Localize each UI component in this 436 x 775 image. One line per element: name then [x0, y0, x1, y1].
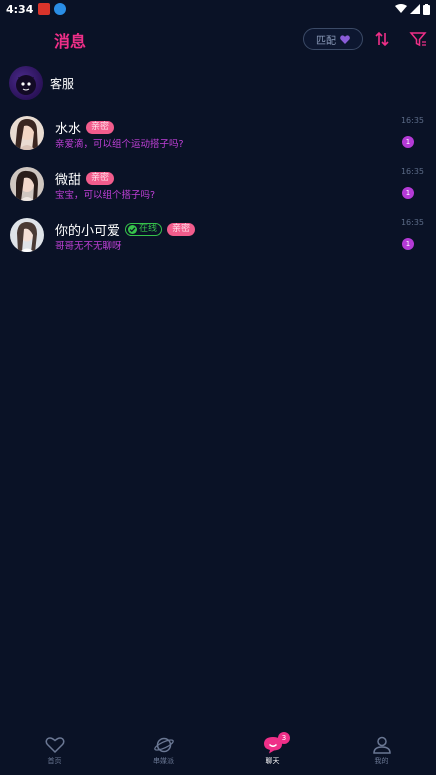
customer-service-label: 客服 [50, 77, 75, 91]
match-button[interactable]: 匹配 [303, 28, 363, 50]
contact-name: 水水 [55, 122, 82, 137]
contact-name: 你的小可爱 [55, 224, 121, 239]
bottom-tab-bar: 首页 串媒派 3 聊天 我的 [0, 732, 436, 775]
download-notification-icon [54, 3, 67, 15]
message-preview: 亲爱滴，可以组个运动搭子吗? [55, 139, 184, 150]
customer-service-avatar [9, 66, 43, 100]
conversation-item[interactable]: 水水 亲密 亲爱滴，可以组个运动搭子吗? 16:35 1 [0, 116, 436, 166]
tab-home[interactable]: 首页 [0, 732, 109, 775]
message-time: 16:35 [400, 167, 424, 176]
signal-icon [410, 4, 420, 14]
message-preview: 宝宝，可以组个搭子吗? [55, 190, 156, 201]
avatar [10, 167, 44, 201]
tab-chat[interactable]: 3 聊天 [218, 732, 327, 775]
intimacy-tag: 亲密 [86, 172, 115, 185]
planet-icon [153, 737, 174, 753]
unread-badge: 1 [402, 187, 414, 199]
intimacy-tag: 亲密 [86, 121, 115, 134]
battery-icon [423, 3, 430, 15]
wifi-icon [395, 4, 407, 13]
match-button-label: 匹配 [316, 35, 336, 47]
online-tag: 在线 [125, 223, 163, 236]
check-circle-icon [128, 225, 138, 234]
tab-discover[interactable]: 串媒派 [109, 732, 218, 775]
conversation-item[interactable]: 微甜 亲密 宝宝，可以组个搭子吗? 16:35 1 [0, 167, 436, 217]
tab-profile[interactable]: 我的 [327, 732, 436, 775]
name-line: 微甜 亲密 [55, 169, 115, 188]
status-time: 4:34 [6, 2, 34, 16]
message-time: 16:35 [400, 116, 424, 125]
chat-badge: 3 [278, 732, 290, 744]
unread-badge: 1 [402, 238, 414, 250]
tab-label: 聊天 [265, 757, 280, 765]
online-label: 在线 [139, 224, 158, 234]
status-icons [395, 3, 430, 15]
filter-icon[interactable] [409, 30, 427, 48]
intimacy-tag: 亲密 [167, 223, 196, 236]
message-time: 16:35 [400, 218, 424, 227]
sort-icon[interactable] [373, 30, 391, 48]
tab-label: 我的 [374, 757, 389, 765]
customer-service-row[interactable]: 客服 [0, 64, 436, 104]
message-preview: 哥哥无不无聊呀 [55, 241, 122, 252]
avatar [10, 116, 44, 150]
heart-icon [340, 34, 350, 44]
name-line: 水水 亲密 [55, 118, 115, 137]
header: 消息 匹配 [0, 22, 436, 58]
name-line: 你的小可爱 在线 亲密 [55, 220, 196, 239]
tab-label: 串媒派 [153, 757, 174, 765]
heart-icon [45, 737, 64, 754]
user-icon [372, 736, 391, 754]
contact-name: 微甜 [55, 173, 82, 188]
devil-mascot-icon [16, 75, 36, 95]
app-notification-icon [38, 3, 51, 15]
conversation-item[interactable]: 你的小可爱 在线 亲密 哥哥无不无聊呀 16:35 1 [0, 218, 436, 268]
avatar [10, 218, 44, 252]
tab-label: 首页 [47, 757, 62, 765]
page-title: 消息 [54, 34, 87, 51]
status-bar: 4:34 [0, 0, 436, 18]
unread-badge: 1 [402, 136, 414, 148]
